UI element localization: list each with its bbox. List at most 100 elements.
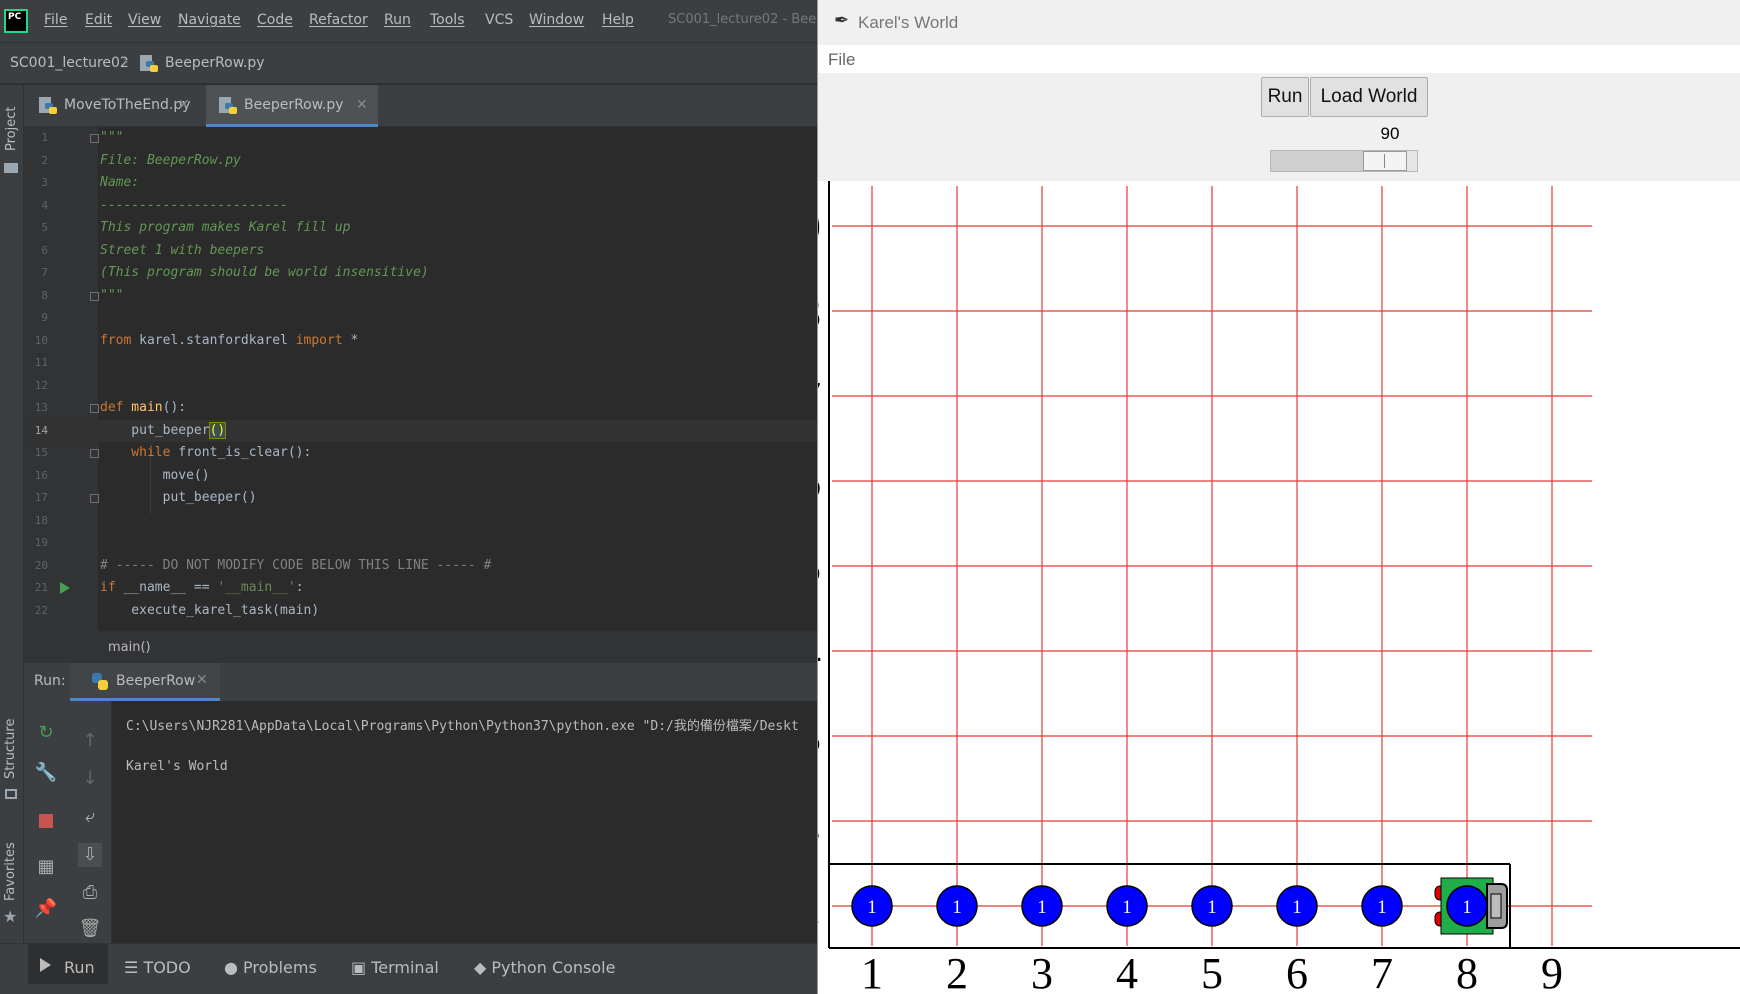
bottom-tab-run[interactable]: Run [28,944,108,984]
menu-help[interactable]: Help [602,12,634,28]
karel-screen [1490,893,1502,919]
beeper-count: 1 [952,897,962,918]
street-label: 7 [818,373,821,422]
python-file-icon [218,96,238,120]
load-world-button[interactable]: Load World [1310,77,1428,117]
street-label: 6 [818,458,821,507]
trash-icon[interactable]: 🗑 [78,917,102,941]
street-label: 4 [818,628,821,677]
ide-menubar: PC File Edit View Navigate Code Refactor… [0,0,817,42]
code-line: 1 """ [41,130,124,145]
street-label: 9 [818,203,821,252]
code-line: 8 """ [41,287,124,303]
menu-window[interactable]: Window [529,12,584,28]
chevron-right-icon: › [122,51,130,72]
menu-edit[interactable]: Edit [85,12,112,28]
menu-refactor[interactable]: Refactor [309,12,368,28]
bottom-tab-terminal[interactable]: ▣ Terminal [351,958,439,977]
tab-beeperrow[interactable]: BeeperRow.py ✕ [206,85,378,127]
code-line: 5 This program makes Karel fill up [41,220,351,235]
close-icon[interactable]: ✕ [356,97,368,113]
navigation-bar: SC001_lecture02 › BeeperRow.py [0,42,817,84]
project-tool-button[interactable]: Project [4,107,19,151]
arrow-down-icon[interactable]: ↓ [78,767,102,791]
soft-wrap-icon[interactable]: ⤶ [78,805,102,829]
menu-file[interactable]: File [44,12,67,28]
stop-icon[interactable] [34,809,58,833]
code-line: 16 move() [34,467,210,483]
scroll-to-end-icon[interactable]: ⇩ [78,843,102,867]
run-button[interactable]: Run [1261,77,1309,117]
close-icon[interactable]: ✕ [178,97,190,113]
street-label: 5 [818,543,821,592]
layout-icon[interactable]: ▦ [34,855,58,879]
code-line: 9 [41,311,48,324]
avenue-label: 7 [1371,949,1393,994]
menu-code[interactable]: Code [257,12,293,28]
bottom-tab-label: Run [64,958,95,977]
menu-tools[interactable]: Tools [430,12,465,28]
run-config-tab[interactable]: BeeperRow ✕ [70,663,220,701]
fold-marker-icon[interactable] [90,449,99,458]
street-label: 8 [818,288,821,337]
feather-icon: ✒ [834,10,850,30]
code-editor[interactable]: 1 """ 2 File: BeeperRow.py 3 Name: 4 -------… [24,127,817,631]
menu-run[interactable]: Run [384,12,411,28]
menu-navigate[interactable]: Navigate [178,12,241,28]
code-line: 7 (This program should be world insensiti… [41,265,429,280]
avenue-label: 1 [861,949,883,994]
run-panel-header: Run: BeeperRow ✕ [24,663,817,701]
structure-tool-button[interactable]: Structure [3,719,18,779]
avenue-label: 8 [1456,949,1478,994]
nav-project-crumb[interactable]: SC001_lecture02 [10,55,129,71]
code-line: 21 if __name__ == '__main__': [34,580,304,595]
favorites-tool-button[interactable]: Favorites [3,842,18,901]
speed-slider-thumb[interactable] [1363,151,1407,171]
tab-label: BeeperRow.py [244,97,344,113]
avenue-label: 2 [946,949,968,994]
arrow-up-icon[interactable]: ↑ [78,729,102,753]
close-icon[interactable]: ✕ [196,672,208,688]
code-line: 6 Street 1 with beepers [41,242,265,258]
fold-marker-icon[interactable] [90,404,99,413]
menu-view[interactable]: View [128,12,161,28]
print-icon[interactable]: ⎙ [78,881,102,905]
code-line: 13 def main(): [34,400,187,415]
tab-movetotheend[interactable]: MoveToTheEnd.py ✕ [24,85,198,127]
ide-window-title: SC001_lecture02 - Beep [668,12,817,27]
speed-slider[interactable] [1270,150,1418,172]
ide-window: PC File Edit View Navigate Code Refactor… [0,0,817,994]
run-gutter-icon[interactable] [60,582,70,594]
fold-marker-icon[interactable] [90,494,99,503]
bottom-tab-problems[interactable]: ● Problems [224,958,317,977]
code-line: 20 # ----- DO NOT MODIFY CODE BELOW THIS … [34,557,492,573]
street-label: 2 [818,798,821,847]
fold-marker-icon[interactable] [90,134,99,143]
nav-file-crumb[interactable]: BeeperRow.py [165,55,265,71]
beeper-count: 1 [1377,897,1387,918]
karel-titlebar: ✒ Karel's World [818,0,1740,45]
run-console[interactable]: C:\Users\NJR281\AppData\Local\Programs\P… [112,701,817,943]
code-line: 19 [34,536,48,549]
breadcrumb-main[interactable]: main() [108,640,151,655]
editor-tabs: MoveToTheEnd.py ✕ BeeperRow.py ✕ [24,85,817,127]
street-label: 3 [818,713,821,762]
terminal-icon: ▣ [351,958,372,977]
run-panel-label: Run: [34,673,66,689]
karel-menu-file[interactable]: File [828,50,855,70]
beeper-count: 1 [867,897,877,918]
run-toolbar-primary: ↻ 🔧 ▦ 📌 [24,701,68,943]
python-file-icon [139,54,159,78]
world-canvas: 12345678912345678911111111 [818,181,1740,994]
bottom-tab-todo[interactable]: ☰ TODO [124,958,191,977]
fold-marker-icon[interactable] [90,291,99,301]
rerun-icon[interactable]: ↻ [34,721,58,745]
pin-icon[interactable]: 📌 [34,897,58,921]
avenue-label: 9 [1541,949,1563,994]
menu-vcs[interactable]: VCS [485,12,513,28]
console-line: Karel's World [126,759,228,774]
code-line: 10 from karel.stanfordkarel import * [34,332,359,348]
bottom-tab-python-console[interactable]: ◆ Python Console [474,958,615,977]
folder-icon [4,163,18,173]
wrench-icon[interactable]: 🔧 [34,761,58,785]
